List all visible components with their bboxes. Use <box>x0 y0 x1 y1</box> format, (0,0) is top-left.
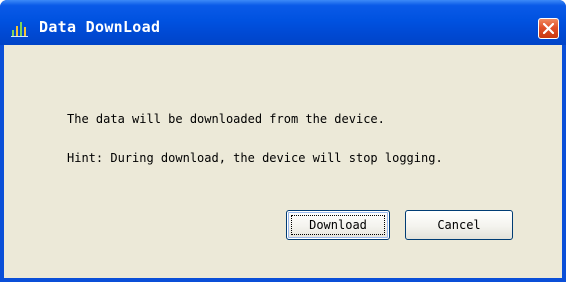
dialog-window: Data DownLoad The data will be downloade… <box>0 0 566 282</box>
chart-bars-icon <box>11 18 31 38</box>
close-x-icon <box>543 23 554 34</box>
close-button[interactable] <box>538 18 559 39</box>
cancel-button-label: Cancel <box>437 218 481 232</box>
download-button[interactable]: Download <box>286 210 390 240</box>
message-text: The data will be downloaded from the dev… <box>67 112 385 126</box>
cancel-button[interactable]: Cancel <box>405 210 513 240</box>
title-bar[interactable]: Data DownLoad <box>0 0 566 45</box>
download-button-label: Download <box>309 218 367 232</box>
window-title: Data DownLoad <box>39 18 161 36</box>
dialog-body: The data will be downloaded from the dev… <box>4 45 562 278</box>
hint-text: Hint: During download, the device will s… <box>67 151 443 165</box>
